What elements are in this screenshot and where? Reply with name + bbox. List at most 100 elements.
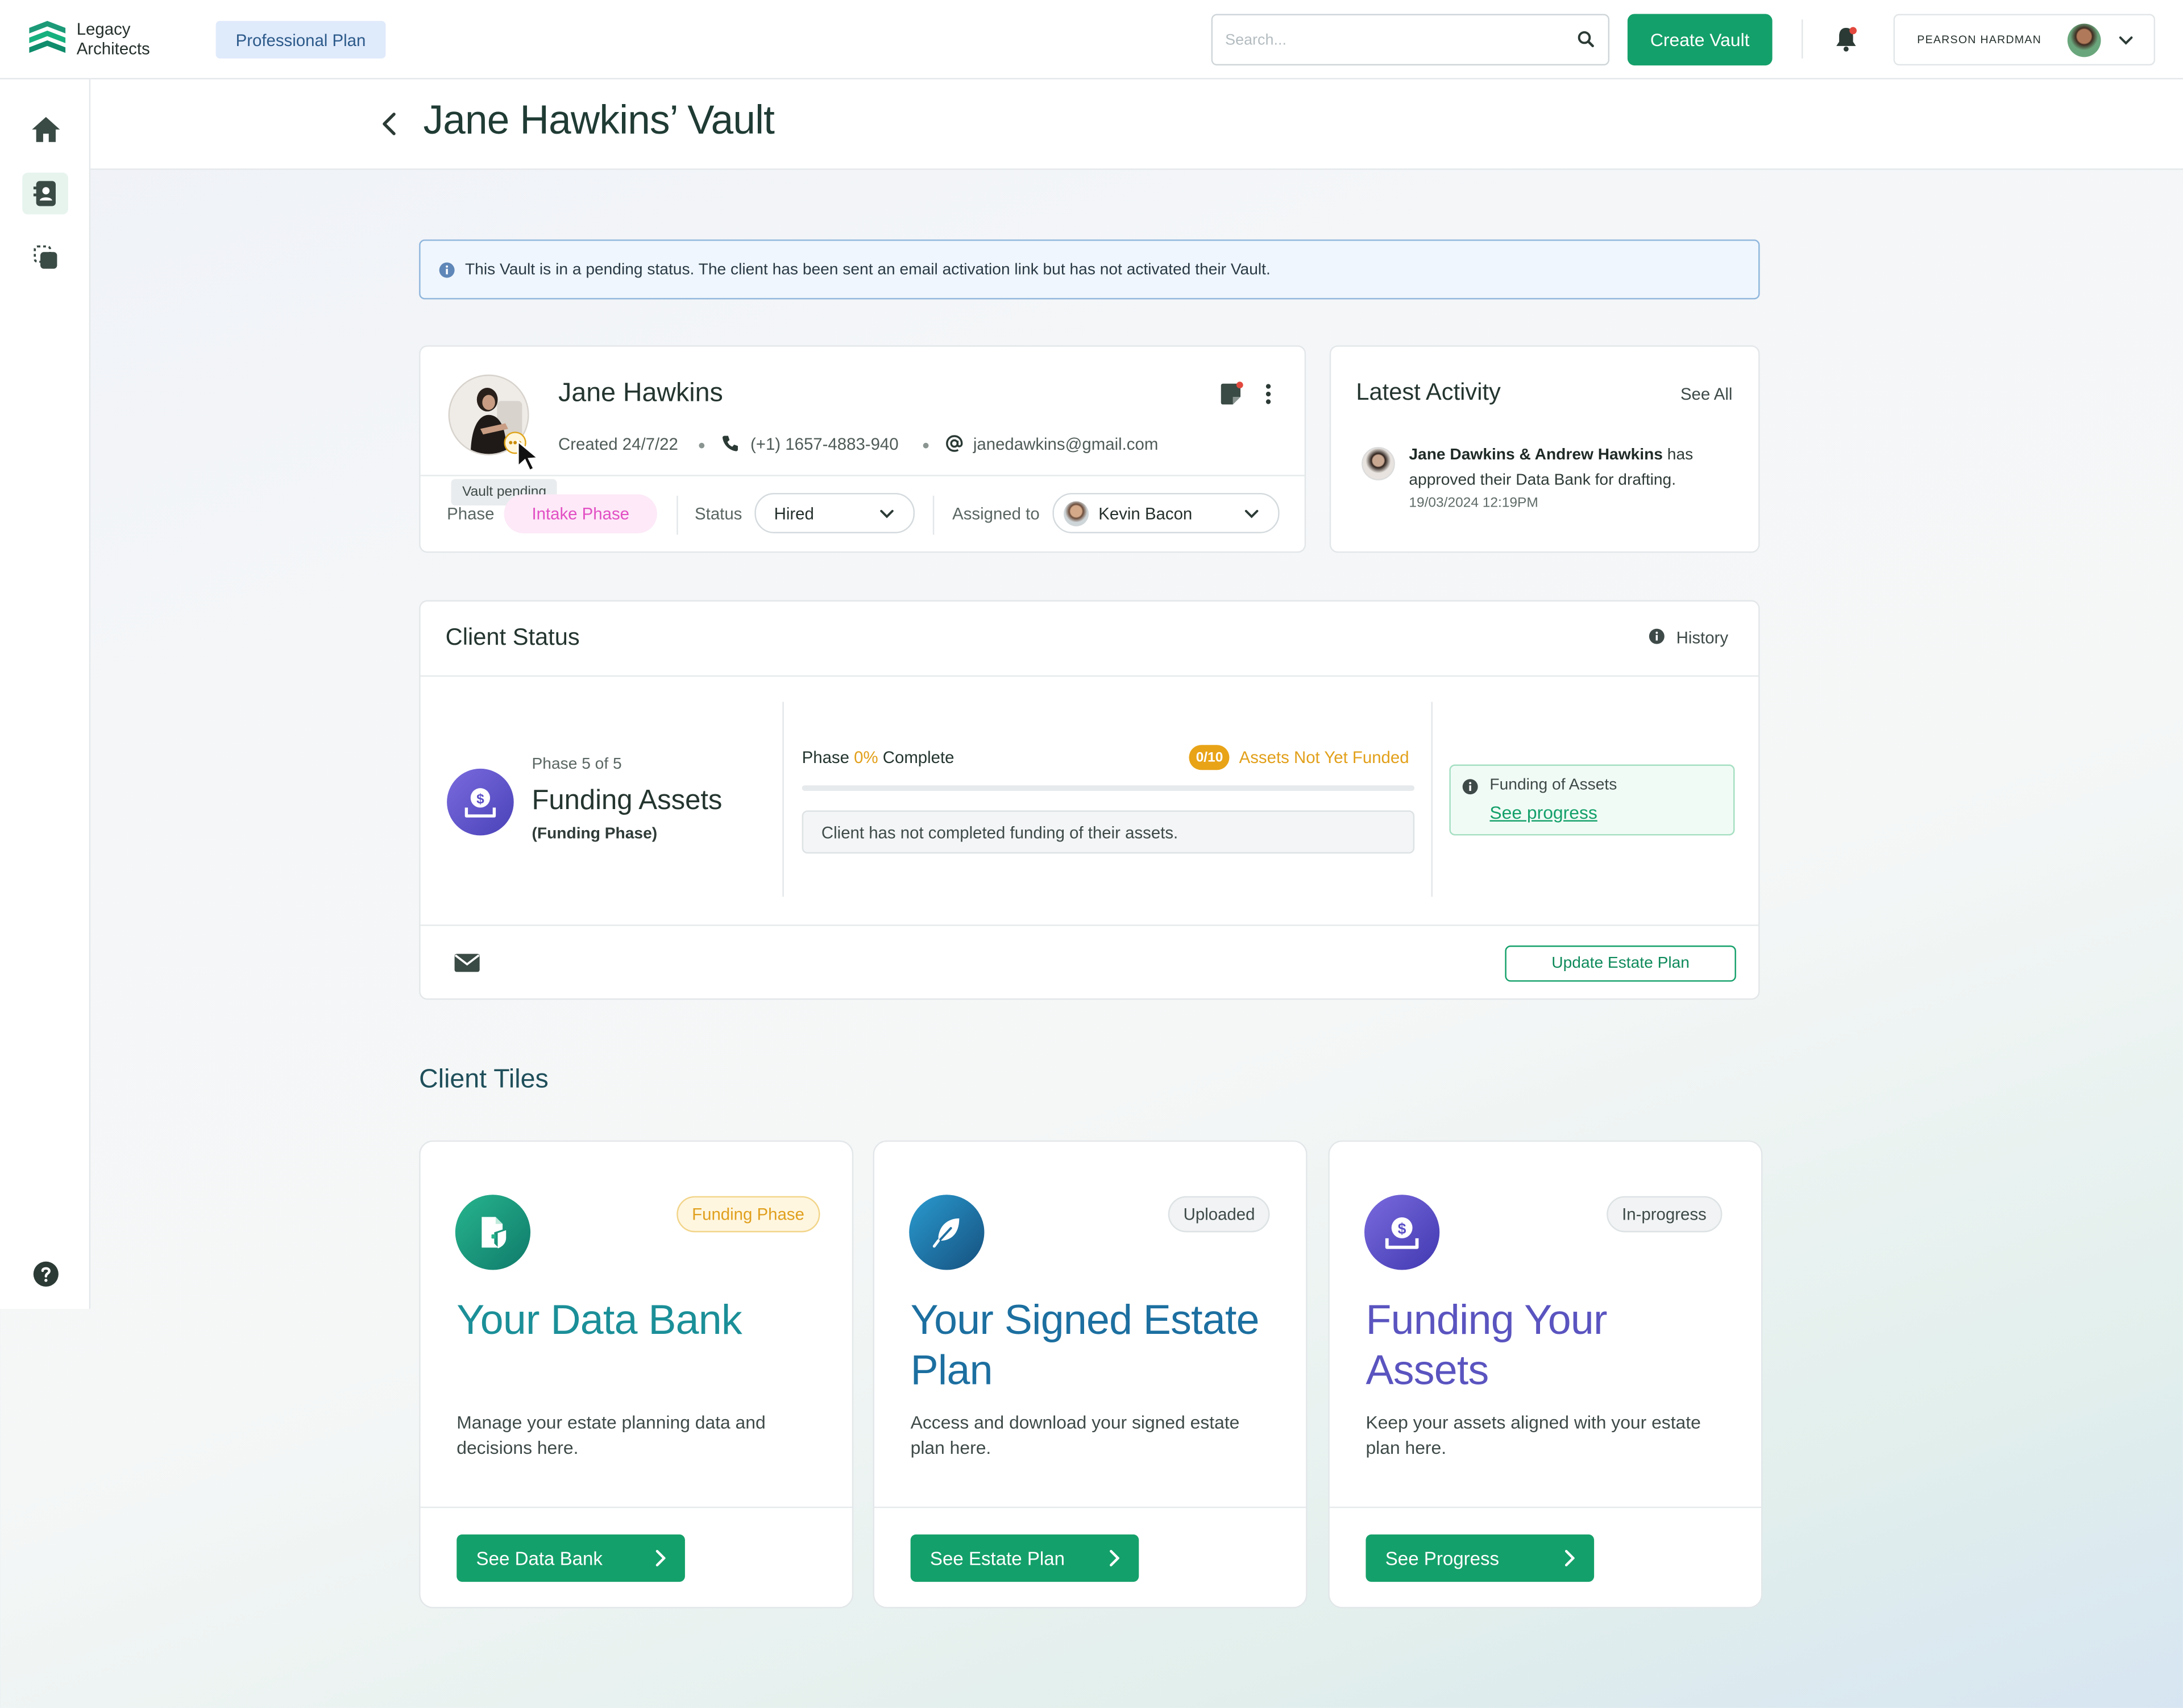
search-input[interactable]: [1213, 15, 1547, 64]
phase-subtitle: (Funding Phase): [532, 826, 658, 843]
back-arrow-icon[interactable]: [380, 110, 400, 138]
feather-icon: [909, 1195, 985, 1270]
client-status-title: Client Status: [445, 624, 580, 650]
status-label: Status: [695, 504, 742, 524]
logo-icon[interactable]: [28, 19, 67, 59]
brand-line-2: Architects: [76, 39, 150, 59]
tile-title: Your Signed Estate Plan: [910, 1297, 1260, 1394]
progress-prefix: Phase: [802, 748, 854, 768]
home-icon: [31, 117, 60, 142]
contacts-icon: [32, 181, 55, 206]
tile-status-badge: In-progress: [1607, 1196, 1722, 1233]
phase-title: Funding Assets: [532, 785, 723, 816]
client-tiles-title: Client Tiles: [419, 1065, 549, 1095]
latest-activity-card: Latest Activity See All Jane Dawkins & A…: [1329, 345, 1760, 553]
activity-time: 19/03/2024 12:19PM: [1409, 495, 1538, 511]
see-estate-plan-button[interactable]: See Estate Plan: [910, 1534, 1139, 1582]
see-all-link[interactable]: See All: [1680, 384, 1732, 404]
client-status-card: Client Status History $ Phase 5 of 5 Fun…: [419, 600, 1760, 1000]
tile-separator: [420, 1506, 852, 1508]
see-data-bank-button[interactable]: See Data Bank: [456, 1534, 685, 1582]
assignee-value: Kevin Bacon: [1098, 504, 1193, 524]
search-box[interactable]: [1211, 14, 1610, 66]
tile-description: Access and download your signed estate p…: [910, 1412, 1240, 1458]
history-link[interactable]: History: [1676, 628, 1728, 647]
sidebar-item-contacts[interactable]: [22, 172, 69, 215]
status-value: Hired: [774, 504, 814, 524]
created-date: Created 24/7/22: [558, 434, 678, 454]
funding-assets-tile: $ In-progress Funding Your Assets Keep y…: [1328, 1140, 1763, 1608]
see-progress-link[interactable]: See progress: [1489, 802, 1597, 823]
section-divider: [1431, 702, 1433, 897]
meta-separator: [699, 442, 705, 449]
client-name: Jane Hawkins: [558, 379, 723, 408]
progress-percent: 0%: [854, 748, 878, 768]
email-icon[interactable]: [454, 952, 480, 973]
more-options-icon[interactable]: [1263, 383, 1274, 405]
create-vault-button[interactable]: Create Vault: [1627, 14, 1773, 66]
note-icon[interactable]: [1218, 382, 1243, 407]
chevron-down-icon: [880, 509, 894, 519]
help-icon: [32, 1261, 58, 1287]
phase-label: Phase: [447, 504, 495, 524]
update-estate-plan-button[interactable]: Update Estate Plan: [1505, 945, 1736, 982]
chevron-right-icon: [655, 1549, 666, 1566]
search-icon[interactable]: [1578, 31, 1594, 48]
tile-description: Keep your assets aligned with your estat…: [1366, 1412, 1701, 1458]
see-progress-button[interactable]: See Progress: [1366, 1534, 1595, 1582]
latest-activity-title: Latest Activity: [1356, 379, 1501, 405]
assigned-label: Assigned to: [952, 504, 1040, 524]
progress-bar: [802, 785, 1415, 791]
field-divider: [677, 495, 678, 535]
activity-text: Jane Dawkins & Andrew Hawkins has approv…: [1409, 443, 1715, 493]
progress-suffix: Complete: [878, 748, 954, 768]
activity-names: Jane Dawkins & Andrew Hawkins: [1409, 447, 1663, 464]
tile-title: Funding Your Assets: [1366, 1297, 1607, 1394]
page-title: Jane Hawkins’ Vault: [423, 98, 775, 144]
brand-line-1: Legacy: [76, 19, 131, 39]
banner-text: This Vault is in a pending status. The c…: [464, 261, 1271, 278]
at-icon: [946, 435, 963, 452]
sidebar-item-home[interactable]: [22, 109, 68, 150]
cursor-icon: [517, 439, 541, 472]
tile-status-badge: Uploaded: [1168, 1196, 1271, 1233]
document-shield-icon: [455, 1195, 531, 1270]
funding-icon: $: [1364, 1195, 1440, 1270]
tile-status-badge: Funding Phase: [677, 1196, 820, 1233]
svg-text:$: $: [476, 791, 484, 807]
copy-icon: [33, 245, 57, 269]
tile-title: Your Data Bank: [456, 1297, 742, 1344]
pending-banner: This Vault is in a pending status. The c…: [419, 239, 1760, 300]
user-name: PEARSON HARDMAN: [1917, 33, 2041, 46]
title-bar: Jane Hawkins’ Vault: [90, 79, 2183, 170]
info-icon: [1649, 628, 1665, 644]
status-select[interactable]: Hired: [754, 492, 915, 533]
chevron-down-icon: [1244, 509, 1259, 519]
phase-pill[interactable]: Intake Phase: [504, 494, 657, 533]
button-label: See Data Bank: [476, 1548, 603, 1569]
funding-of-assets-card: Funding of Assets See progress: [1449, 764, 1735, 836]
plan-badge: Professional Plan: [215, 20, 386, 59]
tile-separator: [874, 1506, 1306, 1508]
client-email[interactable]: janedawkins@gmail.com: [973, 434, 1158, 454]
chevron-right-icon: [1110, 1549, 1119, 1566]
brand-name[interactable]: Legacy Architects: [77, 19, 150, 59]
activity-avatar: [1362, 447, 1395, 480]
phase-count: Phase 5 of 5: [532, 756, 622, 773]
svg-text:$: $: [1398, 1220, 1406, 1237]
user-menu[interactable]: PEARSON HARDMAN: [1893, 14, 2156, 66]
phase-progress-label: Phase 0% Complete: [802, 748, 954, 767]
client-phone[interactable]: (+1) 1657-4883-940: [750, 434, 899, 454]
bell-icon[interactable]: [1832, 25, 1860, 53]
top-bar: Legacy Architects Professional Plan Crea…: [0, 0, 2183, 80]
client-profile-card: ••• Vault pending Jane Hawkins Created 2…: [419, 345, 1306, 553]
card-separator: [420, 925, 1759, 926]
section-divider: [782, 702, 784, 897]
tile-description: Manage your estate planning data and dec…: [456, 1412, 766, 1458]
funding-note: Client has not completed funding of thei…: [802, 810, 1415, 854]
phone-icon: [723, 436, 738, 451]
sidebar-item-copy[interactable]: [22, 237, 68, 278]
card-separator: [420, 675, 1759, 677]
assignee-select[interactable]: Kevin Bacon: [1052, 492, 1280, 533]
sidebar-item-help[interactable]: [22, 1253, 68, 1295]
